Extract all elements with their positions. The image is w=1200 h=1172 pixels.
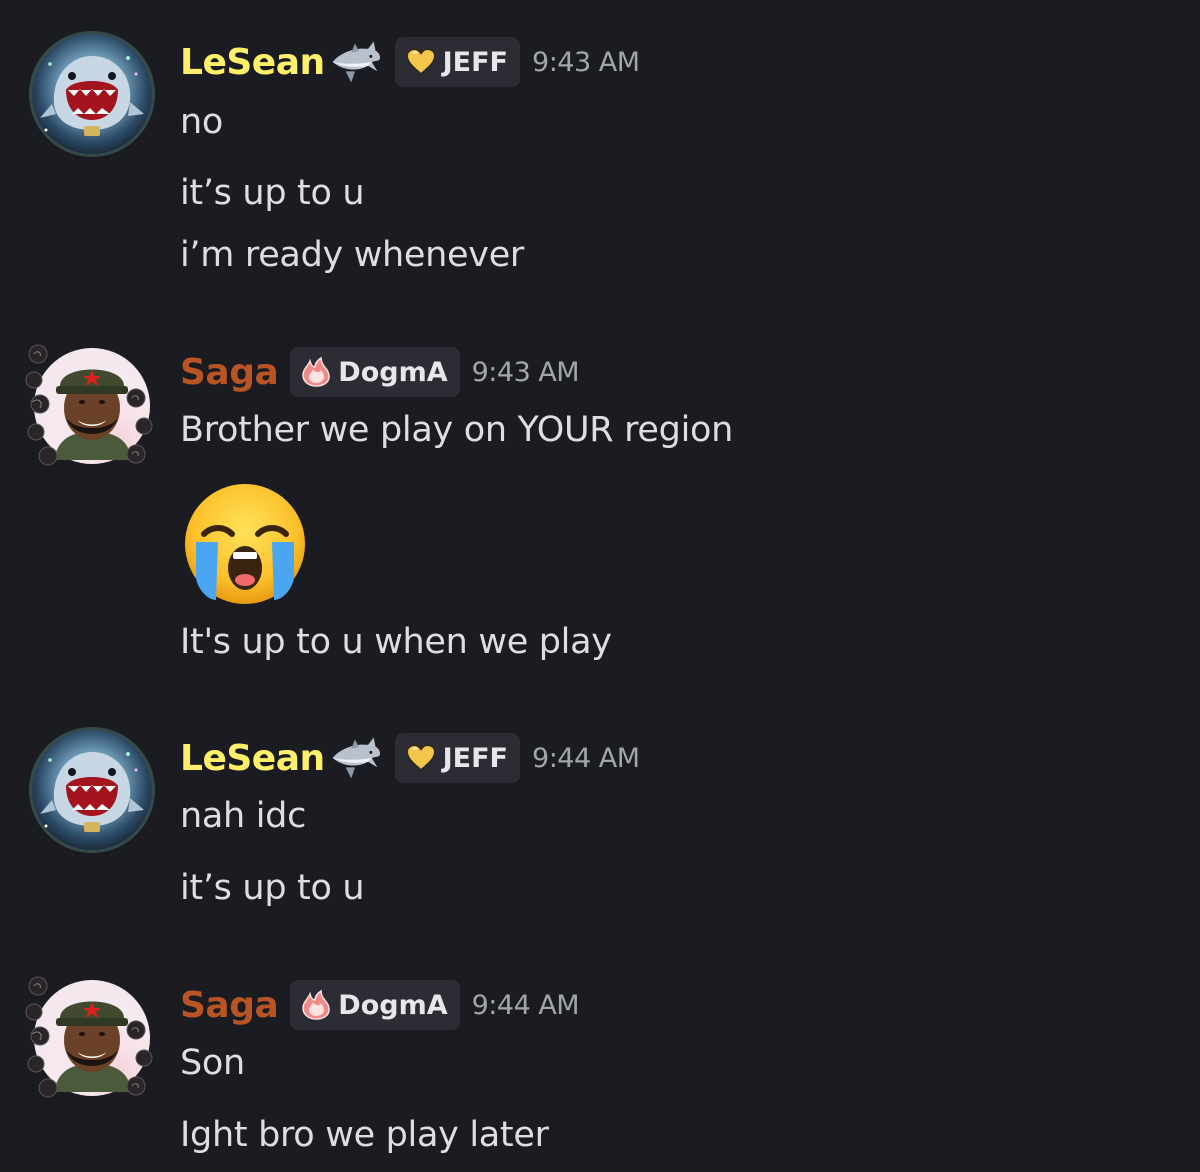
pink-flame-icon [300,356,332,388]
message-text: nah idc [180,796,307,836]
message-text: Son [180,1043,245,1083]
message-text: no [180,102,223,142]
pink-flame-icon [300,989,332,1021]
username[interactable]: LeSean [180,738,325,779]
username[interactable]: Saga [180,985,279,1026]
lesean-avatar[interactable] [32,730,152,850]
role-tag-label: DogmA [338,989,448,1021]
loudly-crying-face-emoji [185,484,305,604]
username[interactable]: LeSean [180,42,325,83]
message-header: LeSean JEFF 9:43 AM [180,32,640,92]
shark-icon [327,730,383,786]
message-text: i’m ready whenever [180,235,525,275]
message-text: Ight bro we play later [180,1115,549,1155]
message-text: it’s up to u [180,868,365,908]
role-tag[interactable]: DogmA [290,347,460,397]
role-tag-label: JEFF [442,742,509,774]
timestamp[interactable]: 9:43 AM [472,357,580,388]
username[interactable]: Saga [180,352,279,393]
role-tag-label: JEFF [442,46,509,78]
saga-avatar[interactable] [24,340,154,470]
message-text: It's up to u when we play [180,622,612,662]
role-tag-label: DogmA [338,356,448,388]
role-tag[interactable]: JEFF [394,37,521,87]
message-header: LeSean JEFF 9:44 AM [180,728,640,788]
timestamp[interactable]: 9:44 AM [532,743,640,774]
message-text: Brother we play on YOUR region [180,410,733,450]
timestamp[interactable]: 9:44 AM [472,990,580,1021]
gold-heart-icon [405,742,437,774]
saga-avatar[interactable] [24,972,154,1102]
timestamp[interactable]: 9:43 AM [532,47,640,78]
role-tag[interactable]: JEFF [394,733,521,783]
lesean-avatar[interactable] [32,34,152,154]
role-tag[interactable]: DogmA [290,980,460,1030]
message-text: it’s up to u [180,173,365,213]
shark-icon [327,34,383,90]
message-header: Saga DogmA 9:44 AM [180,975,580,1035]
gold-heart-icon [405,46,437,78]
message-header: Saga DogmA 9:43 AM [180,342,580,402]
